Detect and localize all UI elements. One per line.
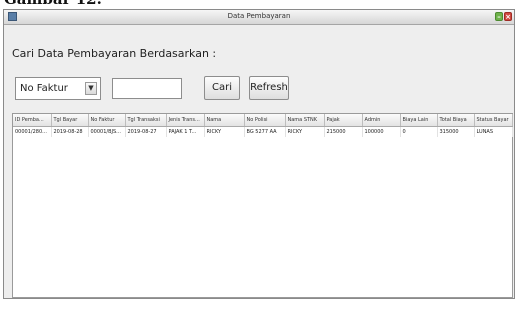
column-header[interactable]: Jenis Trans... — [166, 114, 205, 127]
column-header[interactable]: Nama — [204, 114, 245, 127]
column-header[interactable]: Tgl Transaksi — [125, 114, 167, 127]
column-header[interactable]: Total Biaya — [437, 114, 475, 127]
app-window: Data Pembayaran – × Cari Data Pembayaran… — [3, 9, 515, 299]
minimize-icon[interactable]: – — [495, 12, 503, 21]
table-cell: BG 5277 AA — [244, 126, 286, 137]
column-header[interactable]: ID Pemba... — [13, 114, 52, 127]
close-icon[interactable]: × — [504, 12, 512, 21]
table-row[interactable]: 00001/280... 2019-08-28 00001/BJS... 2019-0… — [13, 126, 513, 137]
table-header: ID Pemba... Tgl Bayar No Faktur Tgl Transak… — [13, 114, 513, 127]
refresh-button[interactable]: Refresh — [249, 76, 289, 100]
search-by-value: No Faktur — [20, 83, 68, 94]
table-cell: 2019-08-27 — [125, 126, 167, 137]
table-cell: 100000 — [362, 126, 401, 137]
table-cell: 215000 — [324, 126, 363, 137]
column-header[interactable]: Biaya Lain — [400, 114, 438, 127]
table-cell: 00001/BJS... — [88, 126, 126, 137]
table-body: 00001/280... 2019-08-28 00001/BJS... 2019-0… — [13, 126, 513, 137]
figure-caption-text: Gambar 12. — [4, 0, 102, 8]
column-header[interactable]: No Faktur — [88, 114, 126, 127]
payment-table[interactable]: ID Pemba... Tgl Bayar No Faktur Tgl Transak… — [12, 113, 513, 298]
column-header[interactable]: Admin — [362, 114, 401, 127]
column-header[interactable]: Tgl Bayar — [51, 114, 89, 127]
table-cell: 00001/280... — [13, 126, 52, 137]
column-header[interactable]: Nama STNK — [285, 114, 325, 127]
table-cell: PAJAK 1 T... — [166, 126, 205, 137]
table-cell: 2019-08-28 — [51, 126, 89, 137]
table-cell: RICKY — [285, 126, 325, 137]
table-cell: LUNAS — [474, 126, 513, 137]
table-cell: 0 — [400, 126, 438, 137]
title-bar[interactable]: Data Pembayaran – × — [4, 10, 514, 25]
column-header[interactable]: Status Bayar — [474, 114, 513, 127]
search-input[interactable] — [112, 78, 182, 99]
table-cell: 315000 — [437, 126, 475, 137]
table-header-row: ID Pemba... Tgl Bayar No Faktur Tgl Transak… — [13, 114, 513, 127]
search-by-select[interactable]: No Faktur ▼ — [15, 77, 101, 100]
search-button[interactable]: Cari — [204, 76, 240, 100]
table-cell: RICKY — [204, 126, 245, 137]
window-title: Data Pembayaran — [227, 12, 291, 20]
column-header[interactable]: No Polisi — [244, 114, 286, 127]
search-label: Cari Data Pembayaran Berdasarkan : — [12, 47, 217, 60]
column-header[interactable]: Pajak — [324, 114, 363, 127]
chevron-down-icon[interactable]: ▼ — [85, 82, 97, 95]
